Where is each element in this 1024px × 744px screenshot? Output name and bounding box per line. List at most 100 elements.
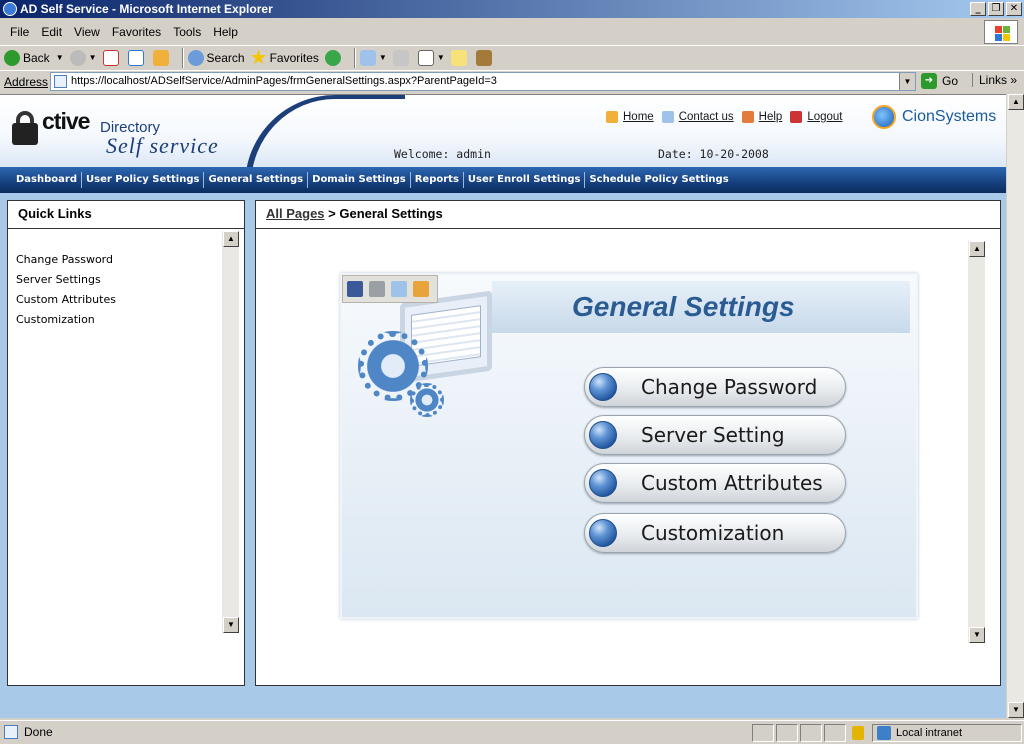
quick-link-server-settings[interactable]: Server Settings [16,273,244,293]
research-button[interactable] [475,49,495,66]
print-button[interactable] [392,49,412,66]
help-link[interactable]: Help [741,111,782,123]
site-logo[interactable]: ctive Directory Self service [12,107,252,163]
go-arrow-icon: ➜ [921,73,937,89]
custom-attributes-button[interactable]: Custom Attributes [584,463,846,503]
folder-icon[interactable] [413,281,429,297]
breadcrumb: All Pages > General Settings [256,201,1000,229]
nav-schedule-policy-settings[interactable]: Schedule Policy Settings [585,172,732,188]
mail-icon[interactable] [391,281,407,297]
welcome-text: Welcome: admin [394,147,491,161]
contact-link[interactable]: Contact us [661,111,734,123]
nav-domain-settings[interactable]: Domain Settings [308,172,411,188]
refresh-button[interactable] [127,49,147,66]
address-input[interactable]: https://localhost/ADSelfService/AdminPag… [50,72,916,91]
window-title-bar: AD Self Service - Microsoft Internet Exp… [0,0,1024,18]
server-setting-button[interactable]: Server Setting [584,415,846,455]
menu-bar: File Edit View Favorites Tools Help [0,22,1024,42]
scroll-down-icon[interactable]: ▼ [223,617,239,633]
change-password-button[interactable]: Change Password [584,367,846,407]
menu-edit[interactable]: Edit [35,22,68,42]
browser-toolbar: Back ▼ ▼ Search Favorites ▼ ▼ [0,45,1024,69]
main-nav: Dashboard User Policy Settings General S… [0,167,1006,193]
menu-favorites[interactable]: Favorites [106,22,167,42]
stop-button[interactable] [102,49,122,66]
chevron-down-icon[interactable]: ▼ [437,53,445,62]
chevron-down-icon[interactable]: ▼ [899,73,915,90]
quick-link-custom-attributes[interactable]: Custom Attributes [16,293,244,313]
quick-link-customization[interactable]: Customization [16,313,244,333]
chevron-down-icon[interactable]: ▼ [379,53,387,62]
discuss-button[interactable] [450,49,470,66]
image-toolbar [342,275,438,303]
status-cell [752,724,774,742]
note-icon [450,49,467,66]
minimize-icon[interactable]: _ [970,2,986,16]
scroll-up-icon[interactable]: ▲ [969,241,985,257]
edit-button[interactable]: ▼ [417,49,445,66]
logout-link[interactable]: Logout [790,111,843,123]
nav-user-policy-settings[interactable]: User Policy Settings [82,172,205,188]
menu-file[interactable]: File [4,22,35,42]
back-button[interactable]: Back ▼ [4,49,64,66]
nav-general-settings[interactable]: General Settings [204,172,309,188]
restore-icon[interactable]: ❐ [988,2,1004,16]
search-button[interactable]: Search [187,49,245,66]
cion-globe-icon [872,105,896,129]
page-icon [54,75,67,88]
nav-dashboard[interactable]: Dashboard [12,172,82,188]
scroll-down-icon[interactable]: ▼ [1008,702,1024,718]
breadcrumb-separator: > [324,206,340,221]
home-icon [152,49,169,66]
logout-link-label: Logout [807,111,843,123]
scroll-down-icon[interactable]: ▼ [969,627,985,643]
search-icon [187,49,204,66]
cionsystems-logo: CionSystems [872,105,996,129]
menu-help[interactable]: Help [207,22,244,42]
quick-links-title: Quick Links [8,201,244,229]
orb-icon [589,373,617,401]
history-button[interactable] [324,49,344,66]
favorites-button[interactable]: Favorites [250,49,319,66]
quick-link-change-password[interactable]: Change Password [16,253,244,273]
back-label: Back [23,50,50,65]
main-panel: All Pages > General Settings ▲ ▼ General… [255,200,1001,686]
main-panel-scrollbar[interactable]: ▲ ▼ [968,241,985,643]
date-text: Date: 10-20-2008 [658,147,769,161]
orb-icon [589,421,617,449]
nav-user-enroll-settings[interactable]: User Enroll Settings [464,172,586,188]
address-url: https://localhost/ADSelfService/AdminPag… [71,75,497,87]
nav-reports[interactable]: Reports [411,172,464,188]
go-button[interactable]: ➜ Go [921,73,958,89]
breadcrumb-current: General Settings [339,206,443,221]
forward-arrow-icon [69,49,86,66]
print-icon[interactable] [369,281,385,297]
customization-button[interactable]: Customization [584,513,846,553]
save-icon[interactable] [347,281,363,297]
breadcrumb-all-pages[interactable]: All Pages [266,206,325,221]
search-label: Search [206,50,245,65]
general-settings-title: General Settings [572,291,795,322]
windows-logo-icon [984,20,1018,44]
home-button[interactable] [152,49,172,66]
print-icon [392,49,409,66]
home-link[interactable]: Home [606,111,654,123]
gear-icon [410,383,444,417]
chevron-down-icon[interactable]: ▼ [89,53,97,62]
browser-scrollbar[interactable]: ▲ ▼ [1006,94,1024,718]
links-button[interactable]: Links » [972,73,1017,87]
contact-link-label: Contact us [678,111,734,123]
stop-icon [102,49,119,66]
menu-tools[interactable]: Tools [167,22,207,42]
menu-view[interactable]: View [68,22,106,42]
home-icon [606,111,618,123]
chevron-down-icon[interactable]: ▼ [56,53,64,62]
scroll-up-icon[interactable]: ▲ [223,231,239,247]
forward-button[interactable]: ▼ [69,49,97,66]
quick-links-scrollbar[interactable]: ▲ ▼ [222,231,239,633]
back-arrow-icon [4,49,20,66]
mail-button[interactable]: ▼ [359,49,387,66]
close-icon[interactable]: ✕ [1006,2,1022,16]
scroll-up-icon[interactable]: ▲ [1008,94,1024,110]
quick-links-list: Change Password Server Settings Custom A… [8,229,244,333]
